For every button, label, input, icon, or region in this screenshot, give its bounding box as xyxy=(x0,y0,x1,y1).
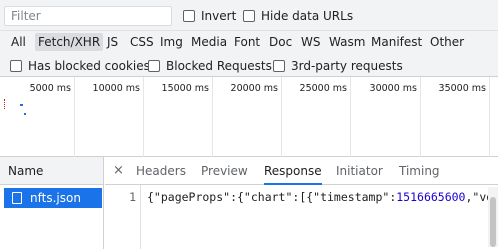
filter-placeholder: Filter xyxy=(11,9,41,23)
tick-gridline xyxy=(143,77,144,157)
third-party-box[interactable] xyxy=(273,60,285,72)
tick-gridline xyxy=(420,77,421,157)
tick-gridline xyxy=(212,77,213,157)
third-party-checkbox[interactable]: 3rd-party requests xyxy=(273,59,403,73)
tick-label: 15000 ms xyxy=(161,83,209,94)
hide-data-urls-checkbox[interactable]: Hide data URLs xyxy=(243,9,353,23)
file-icon xyxy=(12,192,22,204)
type-filter-js[interactable]: JS xyxy=(104,33,121,51)
has-blocked-cookies-checkbox[interactable]: Has blocked cookies xyxy=(10,59,150,73)
blocked-requests-checkbox[interactable]: Blocked Requests xyxy=(148,59,272,73)
type-filter-fetch-xhr[interactable]: Fetch/XHR xyxy=(35,33,104,51)
invert-checkbox[interactable]: Invert xyxy=(183,9,236,23)
tick-gridline xyxy=(489,77,490,157)
request-bar xyxy=(20,104,23,106)
filter-bar: Filter Invert Hide data URLs xyxy=(0,0,498,31)
type-filter-bar: All Fetch/XHR JS CSS Img Media Font Doc … xyxy=(0,31,498,53)
blocked-requests-label: Blocked Requests xyxy=(166,59,272,73)
type-filter-other[interactable]: Other xyxy=(427,33,467,51)
code-line: {"pageProps":{"chart":[{"timestamp":1516… xyxy=(147,190,498,204)
request-list: Name nfts.json xyxy=(0,157,104,249)
response-body[interactable]: 1 {"pageProps":{"chart":[{"timestamp":15… xyxy=(105,185,498,249)
tab-response[interactable]: Response xyxy=(264,157,322,185)
type-filter-img[interactable]: Img xyxy=(157,33,186,51)
name-header-label: Name xyxy=(8,163,44,178)
dom-content-loaded-marker xyxy=(4,99,6,109)
hide-data-urls-label: Hide data URLs xyxy=(261,9,354,23)
invert-checkbox-box[interactable] xyxy=(183,10,195,22)
filter-input[interactable]: Filter xyxy=(4,6,172,26)
tick-label: 20000 ms xyxy=(230,83,278,94)
detail-tabs: × Headers Preview Response Initiator Tim… xyxy=(105,157,498,185)
type-filter-css[interactable]: CSS xyxy=(127,33,157,51)
code-number: 1516665600 xyxy=(396,190,466,204)
line-gutter: 1 xyxy=(105,185,141,249)
request-name: nfts.json xyxy=(30,191,81,205)
line-number: 1 xyxy=(129,190,136,204)
tab-preview[interactable]: Preview xyxy=(201,157,248,185)
type-filter-font[interactable]: Font xyxy=(231,33,263,51)
request-bar xyxy=(24,113,26,115)
tab-headers[interactable]: Headers xyxy=(136,157,186,185)
tick-gridline xyxy=(74,77,75,157)
scrollbar-thumb[interactable] xyxy=(490,197,496,247)
has-blocked-cookies-label: Has blocked cookies xyxy=(28,59,150,73)
tick-label: 35000 ms xyxy=(438,83,486,94)
options-bar: Has blocked cookies Blocked Requests 3rd… xyxy=(0,53,498,77)
third-party-label: 3rd-party requests xyxy=(291,59,403,73)
network-panel: Name nfts.json × Headers Preview Respons… xyxy=(0,157,498,249)
request-detail: × Headers Preview Response Initiator Tim… xyxy=(105,157,498,249)
type-filter-ws[interactable]: WS xyxy=(298,33,323,51)
blocked-requests-box[interactable] xyxy=(148,60,160,72)
tab-initiator[interactable]: Initiator xyxy=(336,157,383,185)
request-row[interactable]: nfts.json xyxy=(4,188,102,208)
type-filter-manifest[interactable]: Manifest xyxy=(368,33,425,51)
tick-label: 10000 ms xyxy=(92,83,140,94)
type-filter-media[interactable]: Media xyxy=(188,33,230,51)
timeline-overview[interactable]: 5000 ms 10000 ms 15000 ms 20000 ms 25000… xyxy=(0,77,498,157)
name-column-header[interactable]: Name xyxy=(0,157,103,185)
tick-label: 5000 ms xyxy=(29,83,71,94)
type-filter-all[interactable]: All xyxy=(8,33,29,51)
invert-label: Invert xyxy=(201,9,237,23)
type-filter-wasm[interactable]: Wasm xyxy=(326,33,368,51)
tab-timing[interactable]: Timing xyxy=(399,157,440,185)
tick-gridline xyxy=(350,77,351,157)
code-text: {"pageProps":{"chart":[{"timestamp": xyxy=(147,190,397,204)
hide-data-urls-box[interactable] xyxy=(243,10,255,22)
has-blocked-cookies-box[interactable] xyxy=(10,60,22,72)
close-icon[interactable]: × xyxy=(113,157,124,185)
tick-label: 30000 ms xyxy=(369,83,417,94)
tick-gridline xyxy=(281,77,282,157)
tick-label: 25000 ms xyxy=(299,83,347,94)
type-filter-doc[interactable]: Doc xyxy=(266,33,295,51)
